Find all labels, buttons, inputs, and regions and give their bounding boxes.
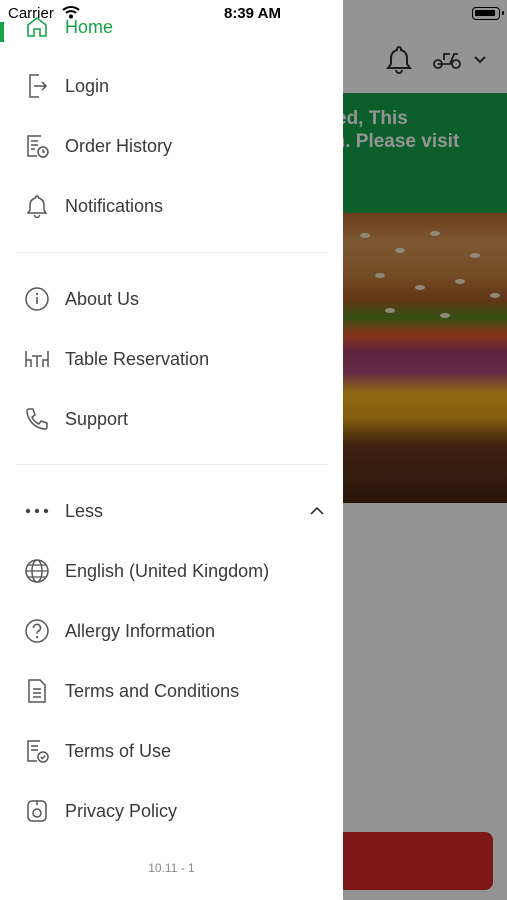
login-icon [22, 71, 52, 101]
menu-divider [16, 252, 328, 253]
carrier-label: Carrier [8, 5, 54, 22]
menu-item-allergy-information[interactable]: Allergy Information [0, 606, 343, 656]
receipt-clock-icon [22, 131, 52, 161]
menu-item-label: Privacy Policy [65, 800, 178, 821]
menu-item-privacy-policy[interactable]: Privacy Policy [0, 786, 343, 836]
menu-item-terms-of-use[interactable]: Terms of Use [0, 726, 343, 776]
menu-item-terms-and-conditions[interactable]: Terms and Conditions [0, 666, 343, 716]
status-time: 8:39 AM [224, 5, 281, 22]
info-icon [22, 284, 52, 314]
document-icon [22, 676, 52, 706]
menu-item-login[interactable]: Login [0, 61, 343, 111]
menu-item-label: Terms of Use [65, 740, 172, 761]
menu-item-order-history[interactable]: Order History [0, 121, 343, 171]
menu-item-label: Less [65, 500, 104, 521]
table-chairs-icon [22, 344, 52, 374]
status-bar: Carrier 8:39 AM [0, 0, 507, 28]
menu-item-label: Allergy Information [65, 620, 216, 641]
menu-item-label: Notifications [65, 195, 164, 216]
question-circle-icon [22, 616, 52, 646]
menu-item-label: English (United Kingdom) [65, 560, 270, 581]
menu-item-about-us[interactable]: About Us [0, 274, 343, 324]
menu-item-label: Order History [65, 135, 173, 156]
menu-item-support[interactable]: Support [0, 394, 343, 444]
side-drawer: Home Login Order History Notifications A… [0, 0, 343, 900]
menu-item-language[interactable]: English (United Kingdom) [0, 546, 343, 596]
wifi-icon [62, 5, 80, 19]
app-version: 10.11 - 1 [148, 861, 195, 875]
menu-item-label: About Us [65, 288, 140, 309]
menu-item-label: Login [65, 75, 110, 96]
battery-icon [472, 7, 504, 20]
phone-icon [22, 404, 52, 434]
privacy-shield-icon [22, 796, 52, 826]
menu-divider [16, 464, 328, 465]
menu-item-label: Table Reservation [65, 348, 210, 369]
document-check-icon [22, 736, 52, 766]
globe-icon [22, 556, 52, 586]
menu-item-table-reservation[interactable]: Table Reservation [0, 334, 343, 384]
menu-item-notifications[interactable]: Notifications [0, 181, 343, 231]
menu-item-label: Terms and Conditions [65, 680, 240, 701]
more-dots-icon [22, 496, 52, 526]
menu-item-label: Support [65, 408, 129, 429]
bell-icon [22, 191, 52, 221]
chevron-up-icon [309, 506, 325, 516]
menu-item-less[interactable]: Less [0, 486, 343, 536]
